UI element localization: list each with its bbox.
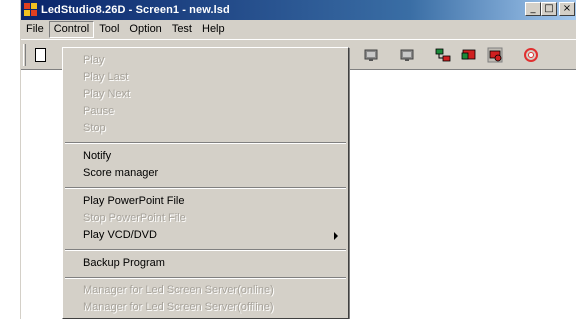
network-icon[interactable] xyxy=(435,47,451,63)
menu-item-stop-powerpoint[interactable]: Stop PowerPoint File xyxy=(83,210,186,227)
menu-item-score-manager[interactable]: Score manager xyxy=(83,165,158,182)
screen-red-icon[interactable] xyxy=(461,47,477,63)
menu-item-play-powerpoint[interactable]: Play PowerPoint File xyxy=(83,193,185,210)
menu-help[interactable]: Help xyxy=(197,21,230,38)
menu-item-backup-program[interactable]: Backup Program xyxy=(83,255,165,272)
menu-item-play-vcd-dvd[interactable]: Play VCD/DVD xyxy=(83,227,157,244)
menu-item-play-next[interactable]: Play Next xyxy=(83,86,130,103)
menu-control[interactable]: Control xyxy=(48,21,95,38)
menu-item-notify[interactable]: Notify xyxy=(83,148,111,165)
menu-item-stop[interactable]: Stop xyxy=(83,120,106,137)
menu-separator xyxy=(65,277,346,279)
app-logo-icon[interactable] xyxy=(24,3,38,17)
menu-item-server-offline[interactable]: Manager for Led Screen Server(offline) xyxy=(83,299,274,316)
control-menu-dropdown: Play Play Last Play Next Pause Stop Noti… xyxy=(62,47,349,319)
menu-item-server-online[interactable]: Manager for Led Screen Server(online) xyxy=(83,282,274,299)
menu-separator xyxy=(65,249,346,251)
menu-tool[interactable]: Tool xyxy=(94,21,124,38)
screen-power-icon[interactable] xyxy=(487,47,503,63)
menu-option[interactable]: Option xyxy=(124,21,166,38)
menu-item-play-last[interactable]: Play Last xyxy=(83,69,128,86)
window-title: LedStudio8.26D - Screen1 - new.lsd xyxy=(41,4,230,16)
minimize-button[interactable]: _ xyxy=(525,2,541,16)
menu-item-play[interactable]: Play xyxy=(83,52,104,69)
menu-test[interactable]: Test xyxy=(167,21,197,38)
new-file-icon[interactable] xyxy=(35,48,46,62)
app-window: LedStudio8.26D - Screen1 - new.lsd _ □ ×… xyxy=(20,0,576,319)
menu-bar: File Control Tool Option Test Help xyxy=(21,20,576,39)
menu-separator xyxy=(65,142,346,144)
maximize-button[interactable]: □ xyxy=(541,2,557,16)
menu-item-pause[interactable]: Pause xyxy=(83,103,114,120)
window-controls: _ □ × xyxy=(525,2,575,16)
screen-gray-icon[interactable] xyxy=(363,47,379,63)
close-button[interactable]: × xyxy=(559,2,575,16)
submenu-arrow-icon xyxy=(334,232,338,240)
menu-file[interactable]: File xyxy=(21,21,49,38)
menu-separator xyxy=(65,187,346,189)
title-bar[interactable]: LedStudio8.26D - Screen1 - new.lsd _ □ × xyxy=(21,0,576,20)
screen-gray-icon[interactable] xyxy=(399,47,415,63)
lifebuoy-icon[interactable] xyxy=(523,47,539,63)
toolbar-grip[interactable] xyxy=(23,44,26,66)
